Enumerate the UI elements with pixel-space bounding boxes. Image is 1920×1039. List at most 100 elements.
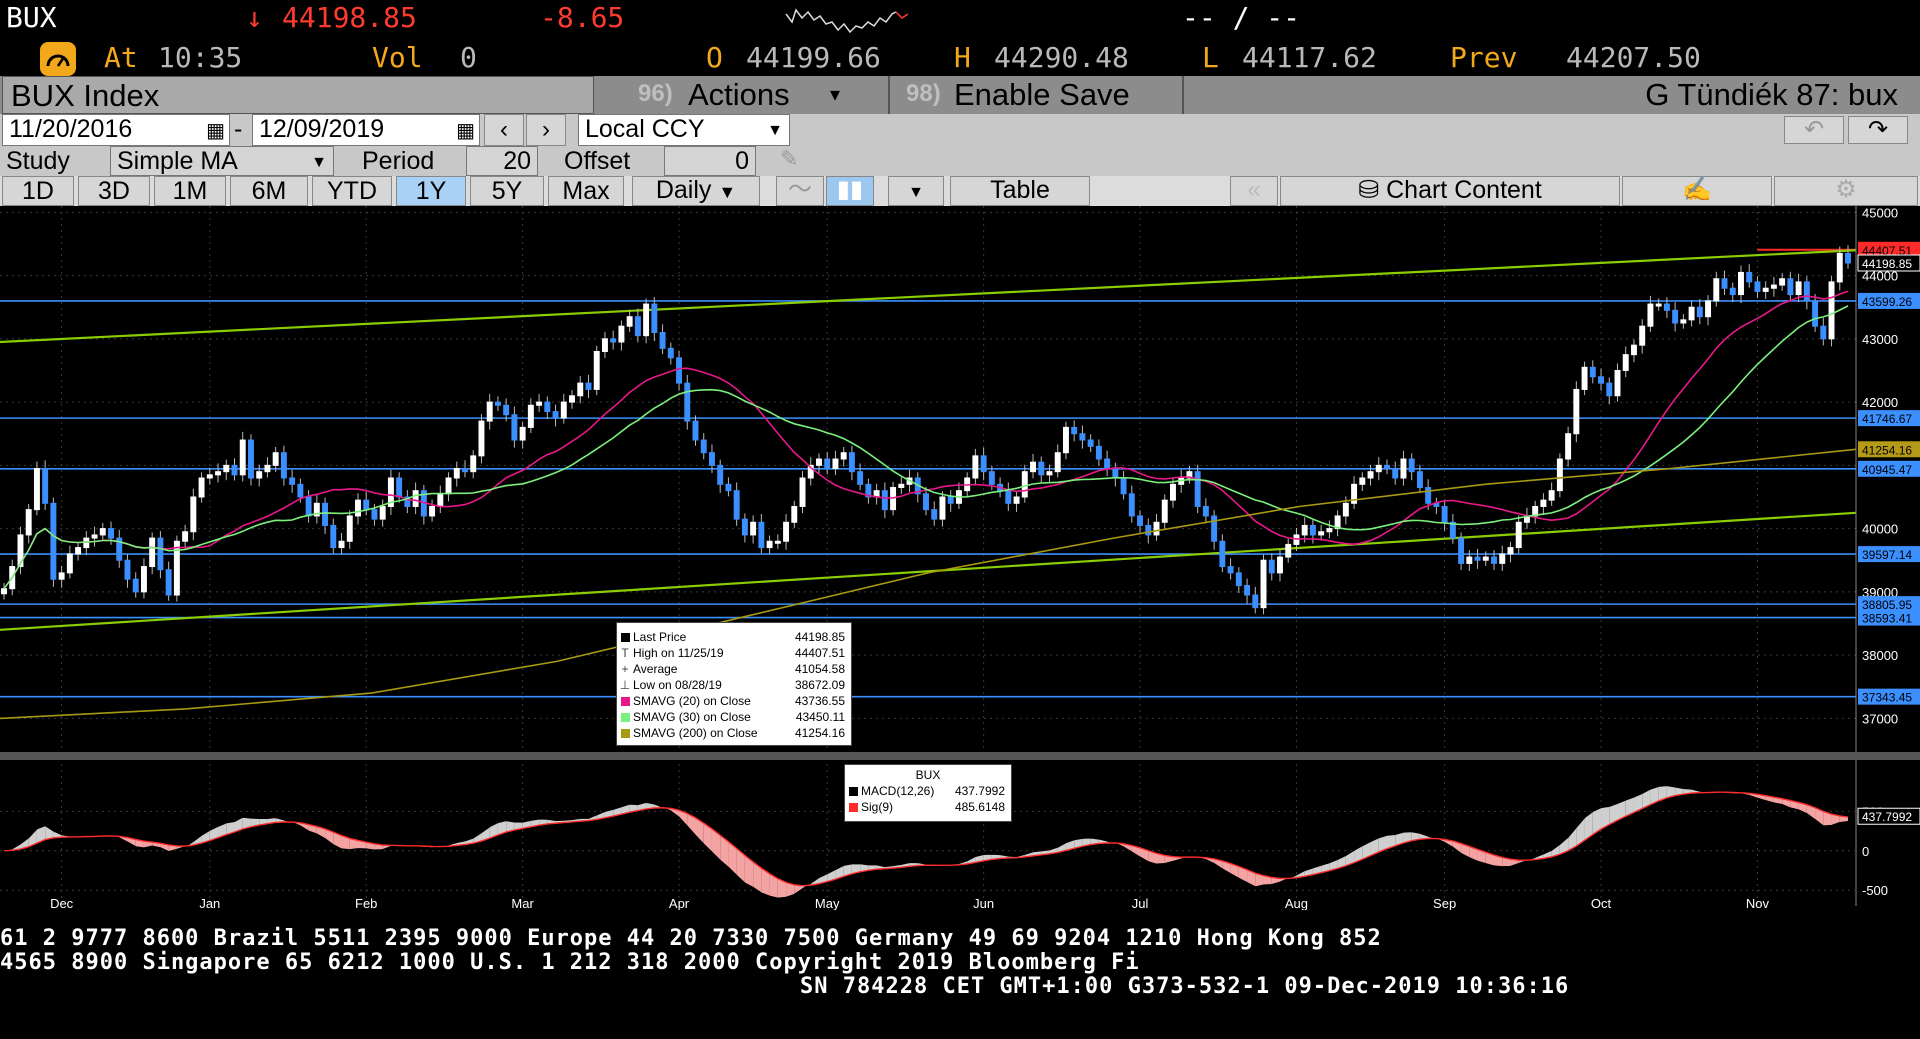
table-button[interactable]: Table — [950, 176, 1090, 206]
candle-body — [1367, 471, 1374, 479]
candle-body — [1359, 477, 1366, 485]
candle-body — [1828, 281, 1835, 340]
annotate-icon[interactable]: ✍ — [1622, 176, 1772, 206]
candle-chart-icon[interactable]: ▮▮ — [826, 176, 874, 206]
candle-body — [1803, 281, 1810, 302]
candle-body — [1820, 325, 1827, 340]
end-date-field[interactable]: 12/09/2019 ▦ — [252, 114, 480, 146]
offset-label: Offset — [564, 147, 631, 175]
prev-period-button[interactable]: ‹ — [484, 114, 524, 146]
candle-body — [1770, 284, 1777, 289]
range-button-6m[interactable]: 6M — [230, 176, 308, 206]
candle-body — [50, 502, 57, 580]
frequency-select[interactable]: Daily ▼ — [632, 176, 760, 206]
level-tag-label: 39597.14 — [1862, 548, 1912, 562]
macd-legend[interactable]: BUX MACD(12,26) 437.7992 Sig(9) 485.6148 — [844, 764, 1012, 822]
time-axis: Dec2018JanFebMarAprMayJun2019JulAugSepOc… — [50, 896, 1769, 910]
study-select[interactable]: Simple MA ▼ — [110, 146, 334, 176]
undo-button[interactable]: ↶ — [1784, 116, 1844, 144]
security-field[interactable]: BUX Index — [2, 76, 594, 114]
candle-body — [1672, 309, 1679, 324]
candle-body — [552, 411, 559, 419]
candle-body — [980, 455, 987, 473]
candle-body — [1079, 433, 1086, 441]
chart-content-label: Chart Content — [1386, 176, 1542, 204]
candle-body — [1309, 524, 1316, 536]
candle-body — [1120, 477, 1127, 495]
footer-line-1: 61 2 9777 8600 Brazil 5511 2395 9000 Eur… — [0, 926, 1382, 951]
period-label: Period — [362, 147, 435, 175]
actions-label: Actions — [688, 77, 790, 112]
candle-body — [741, 518, 748, 536]
candle-body — [1202, 505, 1209, 517]
range-button-3d[interactable]: 3D — [78, 176, 150, 206]
footer-line-2: 4565 8900 Singapore 65 6212 1000 U.S. 1 … — [0, 950, 1140, 975]
actions-menu[interactable]: 96) Actions ▾ — [598, 76, 888, 114]
candle-body — [610, 338, 617, 343]
offset-input[interactable]: 0 — [664, 146, 756, 176]
candle-body — [149, 537, 156, 568]
candle-body — [1219, 540, 1226, 568]
month-label: Jan — [199, 896, 220, 910]
candle-body — [371, 509, 378, 520]
chart-content-button[interactable]: ⛁ Chart Content — [1280, 176, 1620, 206]
candle-body — [1696, 306, 1703, 318]
candle-body — [1235, 572, 1242, 587]
price-tick-label: 37000 — [1862, 711, 1898, 726]
trendline-upper-channel — [0, 249, 1857, 344]
candle-body — [1, 588, 7, 595]
line-chart-icon[interactable]: 〜 — [776, 176, 824, 206]
candle-body — [206, 474, 213, 479]
candle-body — [1252, 594, 1259, 609]
month-label: May — [815, 896, 840, 910]
candle-body — [667, 347, 674, 359]
candle-body — [569, 395, 575, 403]
level-tag-label: 40945.47 — [1862, 463, 1912, 477]
volume-value: 0 — [460, 41, 477, 74]
chevron-down-icon: ▼ — [908, 184, 924, 201]
candle-body — [1128, 493, 1135, 517]
range-button-1y[interactable]: 1Y — [396, 176, 466, 206]
legend-label: Low on 08/28/19 — [633, 678, 722, 692]
chart-type-dropdown[interactable]: ▼ — [888, 176, 944, 206]
high-label: H — [954, 41, 971, 74]
gear-icon[interactable]: ⚙ — [1774, 176, 1918, 206]
price-tick-label: 38000 — [1862, 648, 1898, 663]
range-button-1d[interactable]: 1D — [2, 176, 74, 206]
candle-body — [1738, 271, 1744, 296]
candle-body — [700, 439, 707, 454]
currency-select[interactable]: Local CCY ▼ — [578, 114, 790, 146]
range-button-ytd[interactable]: YTD — [312, 176, 392, 206]
calendar-icon[interactable]: ▦ — [206, 117, 225, 145]
start-date-field[interactable]: 11/20/2016 ▦ — [2, 114, 230, 146]
legend-value: 44407.51 — [794, 646, 845, 660]
period-input[interactable]: 20 — [466, 146, 538, 176]
pen-icon[interactable]: ✎ — [780, 146, 798, 172]
candle-body — [1540, 499, 1547, 507]
candle-body — [799, 477, 806, 507]
range-button-5y[interactable]: 5Y — [470, 176, 544, 206]
macd-legend-row: MACD(12,26) 437.7992 — [845, 783, 1011, 799]
candle-body — [898, 483, 905, 488]
collapse-left-icon[interactable]: « — [1230, 176, 1278, 206]
enable-save-button[interactable]: 98) Enable Save — [892, 76, 1182, 114]
candle-body — [651, 303, 658, 334]
candle-body — [429, 505, 436, 517]
range-button-max[interactable]: Max — [548, 176, 624, 206]
gauge-icon[interactable] — [40, 42, 76, 76]
chart-content-icon: ⛁ — [1358, 176, 1380, 204]
divider — [1182, 76, 1184, 114]
calendar-icon[interactable]: ▦ — [456, 117, 475, 145]
candle-body — [157, 537, 164, 571]
date-separator: - — [234, 115, 243, 143]
table-label: Table — [990, 176, 1050, 204]
chevron-down-icon: ▼ — [311, 154, 327, 171]
legend-value: 38672.09 — [794, 678, 845, 692]
panel-divider[interactable] — [0, 752, 1920, 760]
candle-body — [1137, 515, 1144, 526]
redo-button[interactable]: ↷ — [1848, 116, 1908, 144]
next-period-button[interactable]: › — [526, 114, 566, 146]
chart-legend[interactable]: Last Price 44198.85 T High on 11/25/19 44407… — [616, 622, 852, 746]
down-arrow-icon: ↓ — [246, 1, 263, 34]
range-button-1m[interactable]: 1M — [154, 176, 226, 206]
